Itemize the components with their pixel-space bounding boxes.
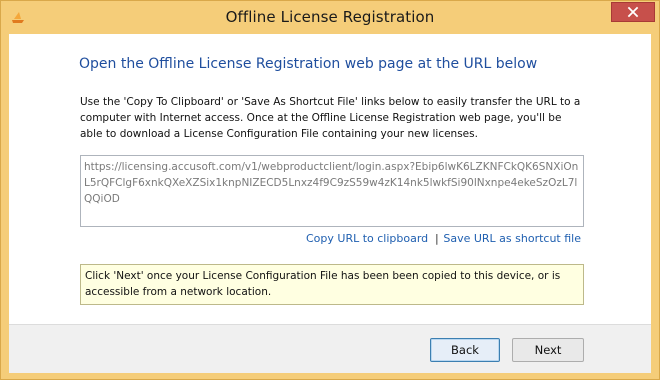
close-icon	[627, 6, 639, 18]
dialog-window: Offline License Registration Open the Of…	[0, 0, 660, 380]
next-button[interactable]: Next	[512, 338, 584, 362]
copy-url-link[interactable]: Copy URL to clipboard	[306, 232, 428, 245]
title-bar[interactable]: Offline License Registration	[1, 1, 659, 34]
close-button[interactable]	[611, 2, 655, 22]
link-separator: |	[435, 232, 439, 245]
window-title: Offline License Registration	[225, 8, 435, 26]
url-text-box[interactable]: https://licensing.accusoft.com/v1/webpro…	[80, 155, 584, 227]
save-shortcut-link[interactable]: Save URL as shortcut file	[443, 232, 581, 245]
page-heading: Open the Offline License Registration we…	[79, 56, 538, 72]
info-note: Click 'Next' once your License Configura…	[80, 264, 584, 305]
back-button[interactable]: Back	[430, 338, 500, 362]
instructions-text: Use the 'Copy To Clipboard' or 'Save As …	[80, 96, 581, 140]
